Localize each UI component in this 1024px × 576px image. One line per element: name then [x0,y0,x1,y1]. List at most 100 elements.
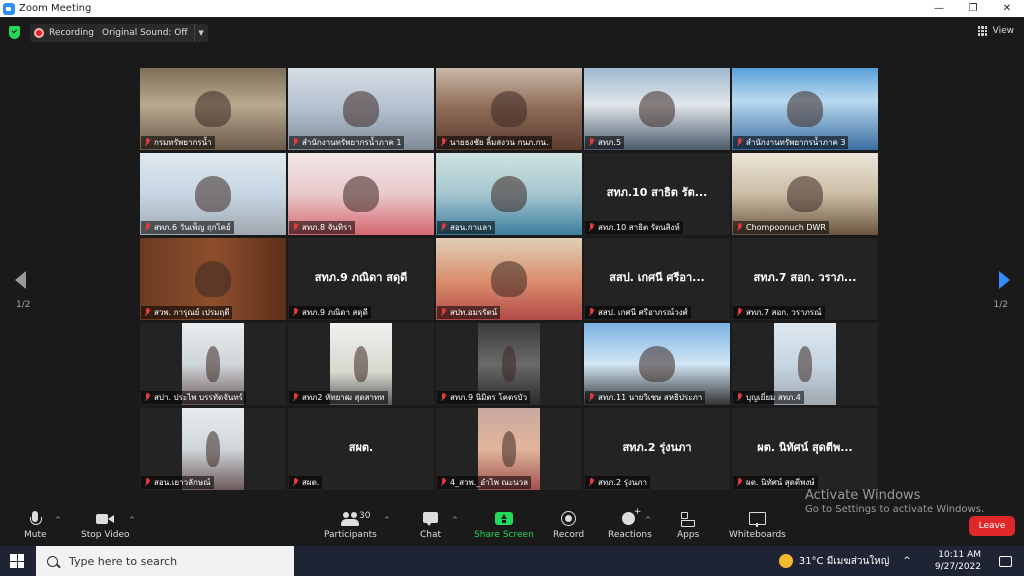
participant-tile[interactable]: สทภ.8 จันทิรา [288,153,434,235]
participant-tile[interactable]: สทภ.9 นิมิตร โคตรบัว [436,323,582,405]
muted-microphone-icon [292,393,299,402]
participant-tile[interactable]: สทภ.6 วันเพ็ญ ฤกไคย์ [140,153,286,235]
watermark-line1: Activate Windows [805,488,921,503]
weather-sun-icon[interactable] [778,554,793,568]
notification-center-icon[interactable] [999,555,1012,567]
participant-tile[interactable]: สำนักงานทรัพยากรน้ำภาค 1 [288,68,434,150]
participant-name-bar: 4_สวพ._อำไพ ณะนวล [437,476,531,489]
participant-name: สทภ.8 จันทิรา [302,223,352,232]
participant-name: สอน.เยาวลักษณ์ [154,478,211,487]
participant-name-bar: สผต. [289,476,323,489]
weather-text[interactable]: 31°C มีเมฆส่วนใหญ่ [799,554,889,569]
participant-name-bar: สทภ.10 สาธิต รัตนสิงห์ [585,221,683,234]
chat-button[interactable]: Chat [420,510,441,540]
close-button[interactable]: ✕ [990,0,1024,17]
reactions-button[interactable]: Reactions [608,507,652,540]
participant-silhouette [343,175,379,213]
chat-options-caret-icon[interactable]: ^ [452,516,458,524]
mute-button[interactable]: Mute [24,510,47,540]
participant-name-bar: สทภ.6 วันเพ็ญ ฤกไคย์ [141,221,234,234]
previous-page-arrow-icon[interactable] [15,271,26,289]
participant-tile[interactable]: สปา. ประไพ บรรทัดจันทร์ [140,323,286,405]
chat-label: Chat [420,530,442,540]
participant-name: สทภ.6 วันเพ็ญ ฤกไคย์ [154,223,231,232]
participants-options-caret-icon[interactable]: ^ [384,516,390,524]
muted-microphone-icon [440,308,447,317]
participant-tile[interactable]: นายธงชัย ลิ้มสงวน กนภ.กน. [436,68,582,150]
minimize-button[interactable]: — [922,0,956,17]
participant-name: สทภ.5 [598,138,622,147]
windows-start-icon[interactable] [10,554,24,568]
participant-tile[interactable]: สทภ.2 รุ่งนภา สทภ.2 รุ่งนภา [584,408,730,490]
muted-microphone-icon [588,393,595,402]
participant-tile[interactable]: สทภ.9 ภณิดา สดุดี สทภ.9 ภณิดา สดุดี [288,238,434,320]
muted-microphone-icon [440,393,447,402]
chevron-down-icon[interactable]: ▼ [193,24,208,42]
record-button[interactable]: Record [553,510,584,540]
participant-tile[interactable]: Chompoonuch DWR [732,153,878,235]
muted-microphone-icon [144,478,151,487]
maximize-button[interactable]: ❐ [956,0,990,17]
video-options-caret-icon[interactable]: ^ [129,516,135,524]
participant-name: กรมทรัพยากรน้ำ [154,138,212,147]
muted-microphone-icon [736,138,743,147]
participant-silhouette [343,90,379,128]
mute-options-caret-icon[interactable]: ^ [55,516,61,524]
participant-silhouette [195,175,231,213]
zoom-app-icon [3,2,15,15]
whiteboards-button[interactable]: Whiteboards [729,510,786,540]
original-sound-control[interactable]: Original Sound: Off ▼ [96,24,208,42]
participant-name-bar: สทภ.7 สอก. วราภรณ์ [733,306,825,319]
reactions-options-caret-icon[interactable]: ^ [645,516,651,524]
participant-tile[interactable]: สวพ. การุณย์ เปรมฤดี [140,238,286,320]
muted-microphone-icon [736,393,743,402]
muted-microphone-icon [440,223,447,232]
view-button[interactable]: View [977,26,1014,36]
participant-tile[interactable]: 4_สวพ._อำไพ ณะนวล [436,408,582,490]
system-tray: 31°C มีเมฆส่วนใหญ่ ^ 10:11 AM 9/27/2022 [778,546,1024,576]
participant-tile[interactable]: สอน.เยาวลักษณ์ [140,408,286,490]
page-indicator-right: 1/2 [993,300,1008,310]
participant-display-name: สทภ.10 สาธิต รัต... [606,186,708,199]
participant-tile[interactable]: สสป. เกศนี ศรีอา... สสป. เกศนี ศรีอาภรณ์ว… [584,238,730,320]
mute-label: Mute [24,530,47,540]
reactions-smiley-icon [620,507,641,528]
muted-microphone-icon [440,478,447,487]
participant-tile[interactable]: สผต. สผต. [288,408,434,490]
taskbar-search-box[interactable]: Type here to search [36,546,294,576]
participant-name: สปา. ประไพ บรรทัดจันทร์ [154,393,243,402]
apps-button[interactable]: Apps [677,510,699,540]
participant-tile[interactable]: สปท.อมรรัตน์ [436,238,582,320]
microphone-icon [25,510,45,528]
leave-button[interactable]: Leave [969,516,1015,536]
taskbar-clock[interactable]: 10:11 AM 9/27/2022 [935,549,981,573]
participant-tile[interactable]: สทภ.7 สอก. วราภ... สทภ.7 สอก. วราภรณ์ [732,238,878,320]
muted-microphone-icon [736,308,743,317]
participant-tile[interactable]: สำนักงานทรัพยากรน้ำภาค 3 [732,68,878,150]
participant-silhouette [639,345,675,383]
participant-name: สอน.กาแลา [450,223,492,232]
participant-tile[interactable]: สทภ2 หัทยาฒ สุดสาทท [288,323,434,405]
participant-display-name: สทภ.2 รุ่งนภา [622,441,692,454]
participant-tile[interactable]: กรมทรัพยากรน้ำ [140,68,286,150]
participant-silhouette [501,430,517,468]
show-hidden-icons-chevron-icon[interactable]: ^ [903,556,911,566]
security-shield-icon[interactable] [9,26,20,39]
muted-microphone-icon [292,478,299,487]
share-screen-button[interactable]: Share Screen [474,510,534,540]
participant-gallery: กรมทรัพยากรน้ำ สำนักงานทรัพยากรน้ำภาค 1 นา… [140,68,884,494]
participant-tile[interactable]: สทภ.11 นายวิเชษ สหธิประภา [584,323,730,405]
recording-indicator[interactable]: Recording [30,24,99,42]
participant-tile[interactable]: สทภ.10 สาธิต รัต... สทภ.10 สาธิต รัตนสิงห… [584,153,730,235]
next-page-arrow-icon[interactable] [999,271,1010,289]
original-sound-label[interactable]: Original Sound: Off [96,28,194,38]
participant-tile[interactable]: บุญเยี่ยม สทภ.4 [732,323,878,405]
participant-name-bar: สทภ.8 จันทิรา [289,221,355,234]
participant-tile[interactable]: ผต. นิทัศน์ สุดตีพ... ผต. นิทัศน์ สุดตีพง… [732,408,878,490]
participant-tile[interactable]: สทภ.5 [584,68,730,150]
meeting-topbar: Recording Original Sound: Off ▼ View [0,17,1024,49]
stop-video-button[interactable]: Stop Video [81,510,130,540]
participant-tile[interactable]: สอน.กาแลา [436,153,582,235]
participant-name: สสป. เกศนี ศรีอาภรณ์วงศ์ [598,308,688,317]
record-icon [559,510,579,528]
